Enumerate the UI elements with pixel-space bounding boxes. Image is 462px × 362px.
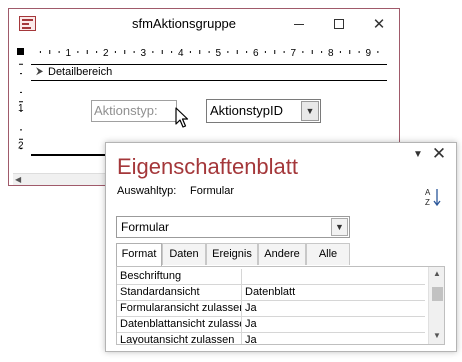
- ruler-number: 1: [18, 103, 24, 114]
- ruler-number: 9: [366, 48, 372, 59]
- column-divider: [241, 269, 242, 285]
- aktionstyp-label-control[interactable]: Aktionstyp:: [91, 100, 177, 122]
- vertical-ruler[interactable]: 12: [13, 63, 29, 173]
- property-tabs: Format Daten Ereignis Andere Alle: [116, 243, 446, 266]
- ruler-number: 2: [103, 48, 109, 59]
- mouse-cursor-icon: [175, 107, 189, 128]
- section-collapse-icon: ⮞: [36, 66, 44, 77]
- property-value[interactable]: Ja: [245, 318, 257, 330]
- scroll-down-icon[interactable]: ▼: [429, 331, 444, 340]
- property-value[interactable]: Ja: [245, 334, 257, 344]
- chevron-down-icon: ▼: [335, 222, 344, 232]
- ruler-number: 4: [178, 48, 184, 59]
- close-icon: ✕: [372, 16, 386, 33]
- property-row-formularansicht[interactable]: Formularansicht zulassen Ja: [117, 301, 425, 317]
- ruler-number: 6: [253, 48, 259, 59]
- combobox-dropdown-button[interactable]: ▼: [301, 101, 319, 121]
- minimize-button[interactable]: [279, 9, 319, 39]
- scroll-left-icon[interactable]: ◀: [15, 175, 21, 184]
- ruler-number: 7: [291, 48, 297, 59]
- ruler-number: 2: [18, 141, 24, 152]
- detail-section-header[interactable]: ⮞ Detailbereich: [31, 64, 387, 81]
- tab-andere[interactable]: Andere: [258, 243, 306, 265]
- column-divider: [241, 333, 242, 344]
- column-divider: [241, 285, 242, 301]
- property-name: Beschriftung: [120, 270, 182, 282]
- property-name: Datenblattansicht zulassen: [120, 318, 242, 330]
- property-grid-scrollbar[interactable]: ▲ ▼: [428, 267, 444, 344]
- selection-type-label: Auswahltyp:: [117, 185, 177, 197]
- form-app-icon: [19, 16, 36, 31]
- property-name: Layoutansicht zulassen: [120, 334, 235, 345]
- scrollbar-thumb[interactable]: [432, 287, 443, 301]
- maximize-button[interactable]: [319, 9, 359, 39]
- pane-options-icon[interactable]: ▼: [413, 149, 423, 160]
- property-value[interactable]: Datenblatt: [245, 286, 295, 298]
- tab-ereignis[interactable]: Ereignis: [206, 243, 258, 265]
- sort-az-icon[interactable]: A Z: [424, 187, 442, 207]
- tab-format[interactable]: Format: [116, 243, 162, 266]
- ruler-number: 5: [216, 48, 222, 59]
- property-row-datenblattansicht[interactable]: Datenblattansicht zulassen Ja: [117, 317, 425, 333]
- property-grid: Beschriftung Standardansicht Datenblatt …: [116, 266, 445, 345]
- chevron-down-icon: ▼: [305, 106, 315, 116]
- ruler-number: 3: [141, 48, 147, 59]
- detail-section-label: Detailbereich: [48, 66, 113, 78]
- combobox-value: AktionstypID: [210, 103, 283, 118]
- property-name: Standardansicht: [120, 286, 200, 298]
- scroll-up-icon[interactable]: ▲: [429, 269, 444, 278]
- aktionstypid-combobox[interactable]: AktionstypID ▼: [206, 99, 321, 123]
- column-divider: [241, 317, 242, 333]
- minimize-icon: [294, 23, 304, 25]
- form-selector[interactable]: [13, 44, 29, 60]
- property-name: Formularansicht zulassen: [120, 302, 242, 314]
- svg-text:Z: Z: [425, 198, 430, 207]
- svg-text:A: A: [425, 188, 431, 197]
- object-selector-dropdown-button[interactable]: ▼: [331, 218, 348, 236]
- form-titlebar[interactable]: sfmAktionsgruppe ✕: [9, 9, 399, 39]
- object-selector-value: Formular: [121, 220, 170, 234]
- horizontal-ruler[interactable]: 1 2 3 4 5 6 7 8 9: [31, 44, 381, 60]
- close-button[interactable]: ✕: [359, 9, 399, 39]
- selection-type-value: Formular: [190, 185, 235, 197]
- form-window-title: sfmAktionsgruppe: [131, 16, 237, 31]
- close-icon: ✕: [431, 144, 447, 163]
- property-row-layoutansicht[interactable]: Layoutansicht zulassen Ja: [117, 333, 425, 345]
- ruler-number: 1: [66, 48, 72, 59]
- property-sheet-pane: Eigenschaftenblatt ▼ ✕ Auswahltyp: Formu…: [105, 142, 457, 352]
- property-value[interactable]: Ja: [245, 302, 257, 314]
- ruler-number: 8: [328, 48, 334, 59]
- property-row-standardansicht[interactable]: Standardansicht Datenblatt: [117, 285, 425, 301]
- form-selector-square: [17, 48, 24, 55]
- column-divider: [241, 301, 242, 317]
- property-row-beschriftung[interactable]: Beschriftung: [117, 269, 425, 285]
- tab-alle[interactable]: Alle: [306, 243, 350, 265]
- tab-daten[interactable]: Daten: [162, 243, 206, 265]
- maximize-icon: [334, 19, 344, 29]
- property-sheet-title: Eigenschaftenblatt: [117, 154, 299, 179]
- object-selector-dropdown[interactable]: Formular ▼: [116, 216, 350, 238]
- pane-close-button[interactable]: ✕: [430, 145, 448, 163]
